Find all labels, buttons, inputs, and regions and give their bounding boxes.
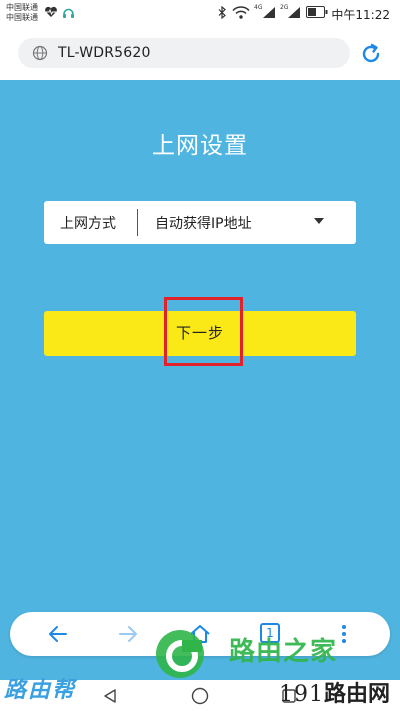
reload-icon[interactable] <box>359 42 383 66</box>
signal-2-icon <box>288 7 300 18</box>
forward-arrow-icon[interactable] <box>116 622 140 646</box>
nav-home-icon[interactable] <box>191 687 209 705</box>
select-divider <box>137 209 138 236</box>
watermark-luyoubang: 路由帮 <box>4 677 77 703</box>
heart-monitor-icon <box>45 6 57 17</box>
connection-type-select[interactable]: 上网方式 自动获得IP地址 <box>44 201 356 244</box>
dropdown-arrow-icon[interactable] <box>314 218 324 224</box>
router-setup-page: 上网设置 上网方式 自动获得IP地址 下一步 <box>0 80 400 680</box>
status-bar: 中国联通 中国联通 4G 2G 中午11:22 <box>0 0 400 28</box>
signal-1-icon <box>263 7 275 18</box>
connection-type-value[interactable]: 自动获得IP地址 <box>155 213 252 233</box>
connection-type-label: 上网方式 <box>60 216 116 232</box>
watermark-luyou-zhijia: 路由之家 <box>229 637 338 667</box>
address-bar[interactable]: TL-WDR5620 <box>18 38 350 68</box>
luyou-zhijia-logo-icon <box>156 630 204 678</box>
wifi-icon <box>232 6 250 19</box>
globe-icon <box>32 45 48 61</box>
carrier-line-2: 中国联通 <box>6 13 38 22</box>
watermark-191-text: 路由网 <box>323 682 390 707</box>
carrier-line-1: 中国联通 <box>6 3 38 12</box>
phone-screen: 中国联通 中国联通 4G 2G 中午11:22 TL-WDR5620 上网设置 … <box>0 0 400 711</box>
bluetooth-icon <box>218 6 226 19</box>
back-arrow-icon[interactable] <box>46 622 70 646</box>
page-title: 上网设置 <box>152 133 248 159</box>
watermark-191-luyouwang: 191路由网 <box>279 676 390 708</box>
browser-address-row: TL-WDR5620 <box>0 28 400 80</box>
headset-icon <box>63 8 74 18</box>
battery-icon <box>306 6 328 18</box>
status-clock: 中午11:22 <box>331 8 390 22</box>
carrier-info: 中国联通 中国联通 <box>6 3 38 23</box>
nav-back-icon[interactable] <box>102 688 118 704</box>
url-text[interactable]: TL-WDR5620 <box>58 45 151 61</box>
watermark-191-number: 191 <box>278 682 324 707</box>
highlight-box <box>164 297 243 366</box>
